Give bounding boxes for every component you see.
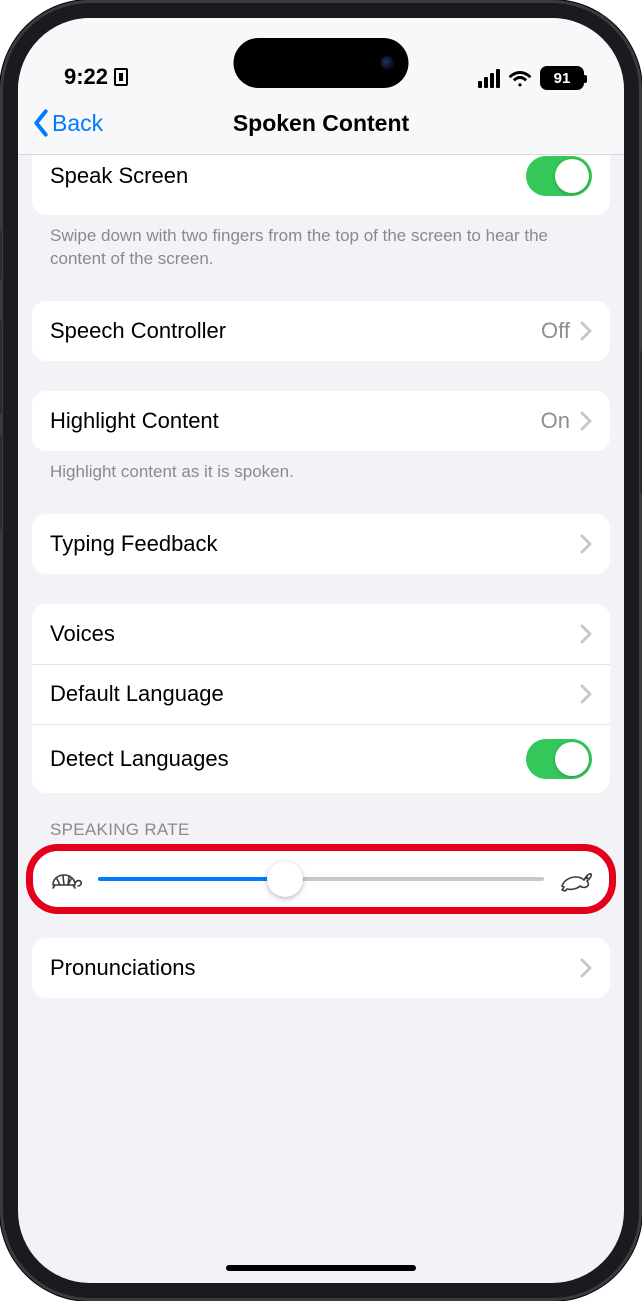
battery-indicator: 91 [540,66,584,90]
speaking-rate-slider[interactable] [98,877,544,881]
volume-up-button [0,320,2,415]
settings-group-highlight: Highlight Content On [32,391,610,451]
chevron-right-icon [580,684,592,704]
settings-content[interactable]: Speak Screen Swipe down with two fingers… [18,155,624,1283]
back-button[interactable]: Back [32,109,103,137]
home-indicator[interactable] [226,1265,416,1271]
slider-fill [98,877,285,881]
page-title: Spoken Content [18,110,624,137]
sim-icon [114,68,128,86]
detect-languages-label: Detect Languages [50,746,229,772]
volume-down-button [0,435,2,530]
detect-languages-row[interactable]: Detect Languages [32,724,610,793]
settings-group-speak-screen: Speak Screen [32,155,610,215]
settings-group-language: Voices Default Language Detect Languages [32,604,610,793]
chevron-right-icon [580,958,592,978]
speaking-rate-row [32,850,610,908]
voices-label: Voices [50,621,115,647]
chevron-right-icon [580,321,592,341]
dynamic-island [234,38,409,88]
status-time: 9:22 [64,64,108,90]
detect-languages-toggle[interactable] [526,739,592,779]
phone-frame: 9:22 91 Back Spoken Content [0,0,642,1301]
highlight-content-value: On [541,408,570,434]
back-label: Back [52,110,103,137]
speak-screen-label: Speak Screen [50,163,188,189]
typing-feedback-row[interactable]: Typing Feedback [32,514,610,574]
highlight-content-row[interactable]: Highlight Content On [32,391,610,451]
voices-row[interactable]: Voices [32,604,610,664]
pronunciations-row[interactable]: Pronunciations [32,938,610,998]
highlight-content-footer: Highlight content as it is spoken. [32,451,610,484]
typing-feedback-label: Typing Feedback [50,531,218,557]
speak-screen-toggle[interactable] [526,156,592,196]
speech-controller-value: Off [541,318,570,344]
tortoise-icon [48,866,84,892]
default-language-row[interactable]: Default Language [32,664,610,724]
speak-screen-row[interactable]: Speak Screen [32,155,610,215]
wifi-icon [508,69,532,87]
chevron-right-icon [580,534,592,554]
slider-thumb[interactable] [267,861,303,897]
speech-controller-row[interactable]: Speech Controller Off [32,301,610,361]
speak-screen-footer: Swipe down with two fingers from the top… [32,215,610,271]
chevron-right-icon [580,624,592,644]
hare-icon [558,866,594,892]
speech-controller-label: Speech Controller [50,318,226,344]
cellular-icon [478,69,500,88]
speaking-rate-header: Speaking Rate [32,793,610,842]
navigation-bar: Back Spoken Content [18,92,624,155]
settings-group-speech-controller: Speech Controller Off [32,301,610,361]
settings-group-pronunciations: Pronunciations [32,938,610,998]
screen: 9:22 91 Back Spoken Content [18,18,624,1283]
settings-group-typing: Typing Feedback [32,514,610,574]
default-language-label: Default Language [50,681,224,707]
pronunciations-label: Pronunciations [50,955,196,981]
highlight-content-label: Highlight Content [50,408,219,434]
chevron-right-icon [580,411,592,431]
mute-switch [0,230,2,280]
